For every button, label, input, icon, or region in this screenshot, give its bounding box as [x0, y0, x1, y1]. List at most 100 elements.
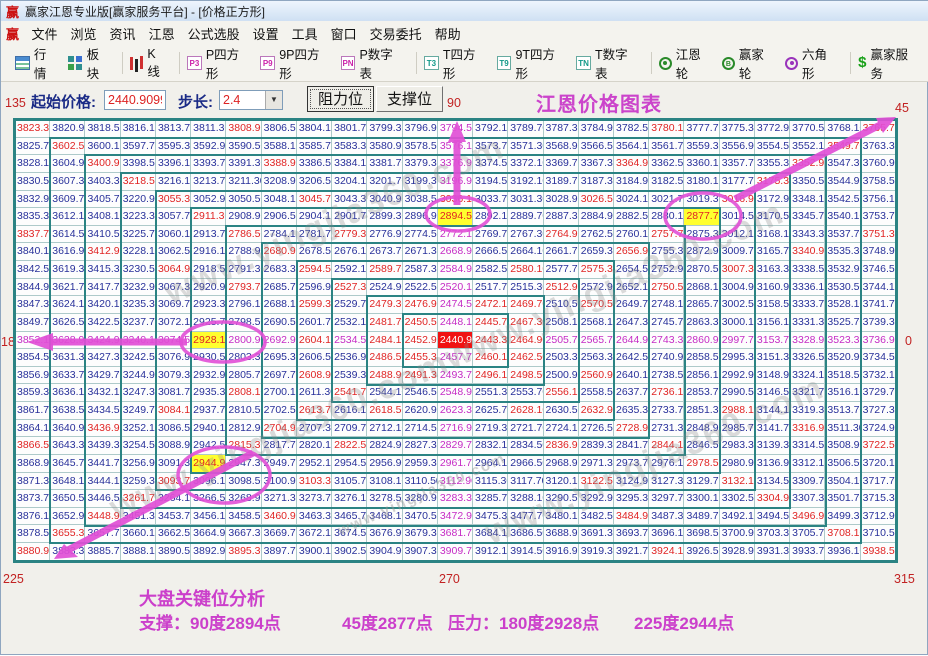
- grid-cell[interactable]: 2995.30: [719, 349, 755, 367]
- grid-cell[interactable]: 3432.10: [85, 384, 121, 402]
- grid-cell[interactable]: 2616.10: [332, 402, 368, 420]
- grid-cell[interactable]: 3784.90: [578, 120, 614, 138]
- grid-cell[interactable]: 3597.70: [120, 137, 156, 156]
- grid-cell[interactable]: 3444.10: [85, 472, 121, 491]
- grid-cell[interactable]: 3117.70: [508, 472, 544, 491]
- grid-cell[interactable]: 3775.30: [719, 120, 755, 138]
- grid-cell[interactable]: 2812.90: [226, 419, 262, 438]
- grid-cell[interactable]: 3640.90: [50, 419, 86, 438]
- grid-cell[interactable]: 3916.90: [543, 543, 579, 561]
- grid-cell[interactable]: 3609.70: [50, 190, 86, 209]
- grid-cell[interactable]: 2803.30: [226, 349, 262, 367]
- grid-cell[interactable]: 3561.70: [649, 137, 685, 156]
- grid-cell[interactable]: 3256.90: [120, 454, 156, 473]
- grid-cell[interactable]: 3261.70: [120, 490, 156, 508]
- grid-cell[interactable]: 2952.10: [296, 454, 333, 473]
- grid-cell[interactable]: 2884.90: [578, 208, 614, 226]
- grid-cell[interactable]: 3012.10: [719, 225, 755, 244]
- grid-cell[interactable]: 2716.90: [437, 419, 474, 438]
- toolbar-button-江恩轮[interactable]: 江恩轮: [658, 44, 713, 82]
- grid-cell[interactable]: 2654.50: [613, 261, 650, 279]
- grid-cell[interactable]: 3096.10: [191, 472, 227, 491]
- grid-cell[interactable]: 3072.10: [155, 313, 192, 332]
- grid-cell[interactable]: 2661.70: [543, 243, 579, 261]
- grid-cell[interactable]: 3542.50: [825, 190, 861, 209]
- grid-cell[interactable]: 3268.90: [226, 490, 262, 508]
- menu-item-设置[interactable]: 设置: [253, 24, 279, 43]
- grid-cell[interactable]: 2666.50: [473, 243, 509, 261]
- grid-cell[interactable]: 2474.50: [437, 296, 474, 314]
- grid-cell[interactable]: 3031.30: [508, 190, 544, 209]
- toolbar-button-K线[interactable]: K线: [130, 47, 168, 80]
- grid-cell[interactable]: 2587.30: [402, 261, 438, 279]
- grid-cell[interactable]: 2870.50: [684, 261, 720, 279]
- grid-cell[interactable]: 3518.50: [825, 366, 861, 385]
- grid-cell[interactable]: 2928.10: [191, 331, 227, 350]
- grid-cell[interactable]: 3508.90: [825, 437, 861, 455]
- menu-item-文件[interactable]: 文件: [32, 24, 58, 43]
- grid-cell[interactable]: 3175.30: [754, 172, 791, 191]
- toolbar-button-六角形[interactable]: 六角形: [785, 44, 839, 82]
- grid-cell[interactable]: 3571.30: [508, 137, 544, 156]
- grid-cell[interactable]: 3684.10: [473, 525, 509, 543]
- grid-cell[interactable]: 2920.90: [191, 278, 227, 297]
- grid-cell[interactable]: 3264.10: [155, 490, 192, 508]
- grid-cell[interactable]: 2776.90: [367, 225, 403, 244]
- grid-cell[interactable]: 3408.10: [85, 208, 121, 226]
- grid-cell[interactable]: 3456.10: [191, 507, 227, 526]
- grid-cell[interactable]: 3386.50: [296, 155, 333, 173]
- toolbar-button-P数字表[interactable]: PN P数字表: [340, 44, 405, 82]
- grid-cell[interactable]: 3715.30: [860, 490, 896, 508]
- grid-cell[interactable]: 2683.30: [261, 261, 297, 279]
- grid-cell[interactable]: 3796.90: [402, 120, 438, 138]
- grid-cell[interactable]: 3655.30: [50, 525, 86, 543]
- grid-cell[interactable]: 3307.30: [790, 490, 826, 508]
- grid-cell[interactable]: 2455.30: [402, 349, 438, 367]
- resistance-button[interactable]: 阻力位: [307, 86, 374, 112]
- grid-cell[interactable]: 2596.90: [296, 278, 333, 297]
- grid-cell[interactable]: 3254.50: [120, 437, 156, 455]
- grid-cell[interactable]: 3746.50: [860, 261, 896, 279]
- grid-cell[interactable]: 2440.90: [437, 331, 474, 350]
- grid-cell[interactable]: 3595.30: [155, 137, 192, 156]
- grid-cell[interactable]: 3506.50: [825, 454, 861, 473]
- grid-cell[interactable]: 3619.30: [50, 261, 86, 279]
- grid-cell[interactable]: 3016.90: [719, 190, 755, 209]
- grid-cell[interactable]: 3338.50: [790, 261, 826, 279]
- grid-cell[interactable]: 2676.10: [332, 243, 368, 261]
- grid-cell[interactable]: 2997.70: [719, 331, 755, 350]
- grid-cell[interactable]: 3297.70: [649, 490, 685, 508]
- grid-cell[interactable]: 3192.10: [508, 172, 544, 191]
- grid-cell[interactable]: 3182.50: [649, 172, 685, 191]
- grid-cell[interactable]: 3921.70: [613, 543, 650, 561]
- grid-cell[interactable]: 2971.30: [578, 454, 614, 473]
- grid-cell[interactable]: 2935.30: [191, 384, 227, 402]
- grid-cell[interactable]: 3168.10: [754, 225, 791, 244]
- grid-cell[interactable]: 2839.30: [578, 437, 614, 455]
- grid-cell[interactable]: 2678.50: [296, 243, 333, 261]
- grid-cell[interactable]: 2630.50: [543, 402, 579, 420]
- grid-cell[interactable]: 3400.90: [85, 155, 121, 173]
- grid-cell[interactable]: 2824.90: [367, 437, 403, 455]
- grid-cell[interactable]: 3748.90: [860, 243, 896, 261]
- grid-cell[interactable]: 3057.70: [155, 208, 192, 226]
- grid-cell[interactable]: 3084.10: [155, 402, 192, 420]
- grid-cell[interactable]: 3525.70: [825, 313, 861, 332]
- grid-cell[interactable]: 3578.50: [402, 137, 438, 156]
- grid-cell[interactable]: 2520.10: [437, 278, 474, 297]
- grid-cell[interactable]: 2750.50: [649, 278, 685, 297]
- grid-cell[interactable]: 3100.90: [261, 472, 297, 491]
- grid-cell[interactable]: 2726.50: [578, 419, 614, 438]
- grid-cell[interactable]: 2462.50: [508, 349, 544, 367]
- grid-cell[interactable]: 3837.70: [15, 225, 51, 244]
- grid-cell[interactable]: 2916.10: [191, 243, 227, 261]
- grid-cell[interactable]: 2532.10: [332, 313, 368, 332]
- grid-cell[interactable]: 3177.70: [719, 172, 755, 191]
- grid-cell[interactable]: 3321.70: [790, 384, 826, 402]
- grid-cell[interactable]: 3434.50: [85, 402, 121, 420]
- support-button[interactable]: 支撑位: [376, 86, 443, 112]
- grid-cell[interactable]: 3868.90: [15, 454, 51, 473]
- grid-cell[interactable]: 3108.10: [367, 472, 403, 491]
- grid-cell[interactable]: 3156.10: [754, 313, 791, 332]
- grid-cell[interactable]: 2764.90: [543, 225, 579, 244]
